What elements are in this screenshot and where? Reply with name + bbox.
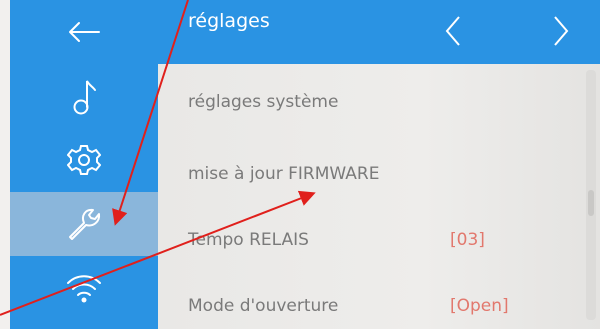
music-note-icon — [73, 80, 96, 115]
settings-item-label: Tempo RELAIS — [188, 230, 309, 250]
wrench-icon — [69, 208, 101, 240]
sidebar-item-settings[interactable] — [10, 128, 158, 192]
settings-item-opening-mode[interactable]: Mode d'ouverture [Open] — [188, 286, 560, 326]
chevron-left-icon — [445, 16, 460, 46]
sidebar — [10, 0, 158, 329]
sidebar-item-wifi[interactable] — [10, 256, 158, 320]
settings-item-system[interactable]: réglages système — [188, 82, 560, 122]
chevron-right-icon — [554, 16, 569, 46]
settings-item-label: Mode d'ouverture — [188, 296, 339, 316]
gear-icon — [67, 145, 101, 175]
settings-item-label: réglages système — [188, 92, 339, 112]
settings-item-relay-timer[interactable]: Tempo RELAIS [03] — [188, 220, 560, 260]
sidebar-item-tools[interactable] — [10, 192, 158, 256]
device-screen: réglages réglages système mise à jour FI… — [10, 0, 600, 329]
next-page-button[interactable] — [546, 14, 576, 48]
page-title: réglages — [188, 10, 270, 32]
settings-item-label: mise à jour FIRMWARE — [188, 164, 380, 184]
relay-timer-value: [03] — [450, 230, 485, 250]
opening-mode-value: [Open] — [450, 296, 509, 316]
header: réglages — [158, 0, 600, 64]
arrow-left-icon — [69, 22, 100, 42]
scrollbar-thumb[interactable] — [588, 190, 594, 216]
wifi-icon — [67, 275, 101, 303]
settings-item-firmware-update[interactable]: mise à jour FIRMWARE — [188, 154, 560, 194]
settings-list: réglages système mise à jour FIRMWARE Te… — [158, 64, 600, 329]
previous-page-button[interactable] — [438, 14, 468, 48]
scrollbar[interactable] — [586, 70, 596, 320]
back-button[interactable] — [10, 0, 158, 64]
sidebar-item-sound[interactable] — [10, 64, 158, 128]
